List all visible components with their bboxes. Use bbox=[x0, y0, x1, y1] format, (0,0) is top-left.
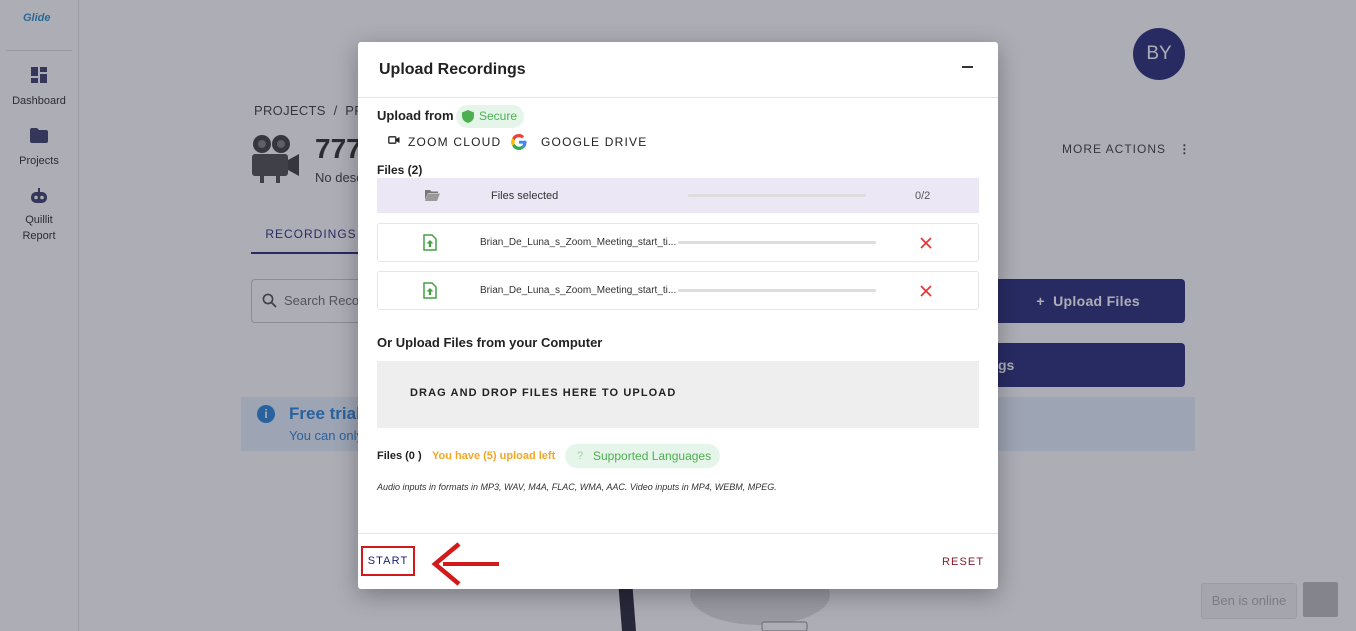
supported-languages-label: Supported Languages bbox=[593, 449, 712, 463]
upload-recordings-dialog: Upload Recordings Upload from Secure ZOO… bbox=[358, 42, 998, 589]
file-upload-icon bbox=[423, 234, 437, 251]
files-selected-row: Files selected 0/2 bbox=[377, 178, 979, 213]
minimize-icon bbox=[962, 66, 973, 68]
google-drive-label: GOOGLE DRIVE bbox=[541, 135, 648, 149]
total-progress-bar bbox=[688, 194, 866, 197]
dropzone[interactable]: DRAG AND DROP FILES HERE TO UPLOAD bbox=[377, 361, 979, 428]
files-heading: Files (2) bbox=[377, 163, 423, 177]
files-count: Files (0 ) bbox=[377, 450, 422, 462]
dialog-header: Upload Recordings bbox=[358, 42, 998, 98]
annotation-arrow-icon bbox=[431, 542, 499, 586]
files-selected-count: 0/2 bbox=[915, 190, 931, 202]
start-button[interactable]: START bbox=[361, 546, 415, 576]
files-selected-label: Files selected bbox=[491, 190, 559, 202]
dropzone-text: DRAG AND DROP FILES HERE TO UPLOAD bbox=[410, 387, 677, 399]
file-row: Brian_De_Luna_s_Zoom_Meeting_start_ti... bbox=[377, 223, 979, 262]
zoom-cloud-label: ZOOM CLOUD bbox=[408, 135, 502, 149]
reset-button[interactable]: RESET bbox=[942, 556, 984, 568]
secure-label: Secure bbox=[479, 109, 518, 123]
remove-file-button[interactable] bbox=[918, 283, 934, 299]
shield-icon bbox=[462, 110, 474, 123]
file-row: Brian_De_Luna_s_Zoom_Meeting_start_ti... bbox=[377, 271, 979, 310]
file-upload-icon bbox=[423, 282, 437, 299]
dialog-footer: START RESET bbox=[358, 533, 998, 589]
dialog-title: Upload Recordings bbox=[379, 61, 526, 78]
google-icon bbox=[511, 134, 527, 150]
video-camera-icon bbox=[388, 136, 400, 144]
remove-file-button[interactable] bbox=[918, 235, 934, 251]
formats-note: Audio inputs in formats in MP3, WAV, M4A… bbox=[377, 482, 777, 492]
file-progress-bar bbox=[678, 289, 876, 292]
file-name: Brian_De_Luna_s_Zoom_Meeting_start_ti... bbox=[480, 285, 677, 296]
uploads-left-notice: You have (5) upload left bbox=[432, 450, 556, 462]
minimize-button[interactable] bbox=[956, 57, 978, 79]
supported-languages-button[interactable]: ? Supported Languages bbox=[565, 444, 720, 468]
file-name: Brian_De_Luna_s_Zoom_Meeting_start_ti... bbox=[480, 237, 677, 248]
upload-from-label: Upload from bbox=[377, 108, 454, 123]
file-progress-bar bbox=[678, 241, 876, 244]
folder-open-icon bbox=[425, 190, 440, 201]
secure-badge: Secure bbox=[456, 105, 524, 128]
computer-upload-heading: Or Upload Files from your Computer bbox=[377, 335, 603, 350]
help-icon: ? bbox=[577, 450, 584, 462]
